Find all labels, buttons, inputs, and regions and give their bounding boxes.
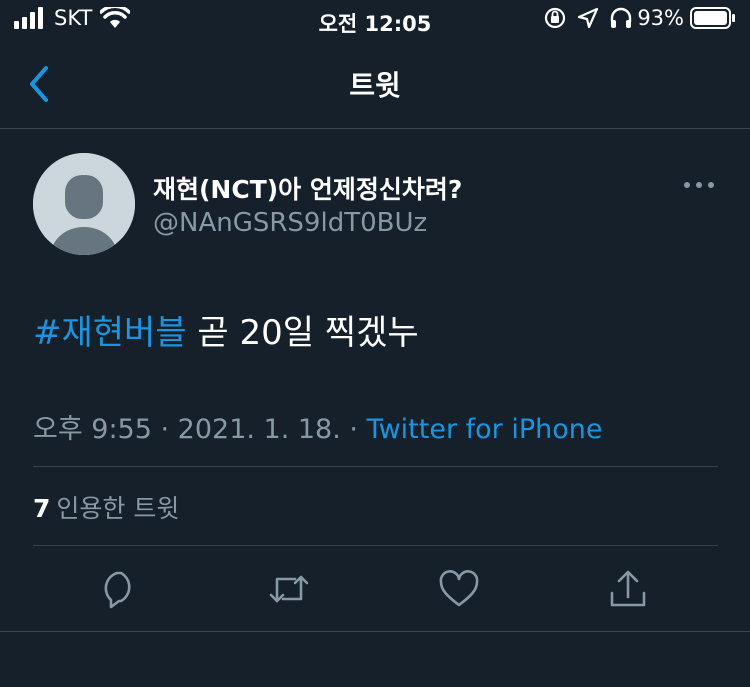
share-icon: [610, 570, 646, 607]
retweet-icon: [269, 575, 309, 603]
tweet-text: #재현버블 곧 20일 찍겠누: [33, 305, 419, 354]
meta-separator: ·: [151, 414, 178, 445]
status-right: 93%: [543, 6, 736, 30]
reply-icon: [104, 571, 131, 609]
location-icon: [578, 7, 599, 29]
like-button[interactable]: [437, 567, 481, 611]
tweet-detail: 재현(NCT)아 언제정신차려? @NAnGSRS9ldT0BUz #재현버블 …: [0, 129, 750, 632]
status-bar: SKT 오전 12:05 93%: [0, 0, 750, 42]
quote-count: 7: [33, 494, 51, 523]
nav-bar: 트윗: [0, 42, 750, 129]
display-name[interactable]: 재현(NCT)아 언제정신차려?: [153, 170, 462, 206]
user-handle[interactable]: @NAnGSRS9ldT0BUz: [153, 208, 427, 238]
divider: [33, 545, 718, 546]
reply-area: [0, 632, 750, 687]
tweet-date: 2021. 1. 18.: [177, 414, 341, 445]
heart-icon: [439, 570, 479, 607]
battery-icon: [690, 7, 735, 29]
tweet-source-link[interactable]: Twitter for iPhone: [367, 414, 603, 445]
page-title: 트윗: [349, 69, 401, 102]
tweet-meta: 오후 9:55 · 2021. 1. 18. · Twitter for iPh…: [33, 407, 603, 446]
battery-percent: 93%: [637, 6, 684, 30]
more-dots-icon: [684, 182, 714, 188]
quote-tweets-stat[interactable]: 7 인용한 트윗: [33, 489, 179, 525]
share-button[interactable]: [606, 567, 650, 611]
more-options-button[interactable]: [682, 175, 716, 195]
avatar[interactable]: [33, 153, 135, 255]
divider: [33, 466, 718, 467]
quote-label: 인용한 트윗: [56, 494, 180, 523]
headphones-icon: [611, 7, 632, 28]
meta-separator: ·: [340, 414, 367, 445]
tweet-time: 오후 9:55: [33, 414, 152, 445]
orientation-lock-icon: [545, 7, 566, 29]
reply-button[interactable]: [97, 567, 141, 611]
retweet-button[interactable]: [267, 567, 311, 611]
hashtag-link[interactable]: #재현버블: [33, 313, 187, 353]
tweet-body: 곧 20일 찍겠누: [186, 313, 419, 353]
default-avatar-icon: [33, 153, 135, 255]
